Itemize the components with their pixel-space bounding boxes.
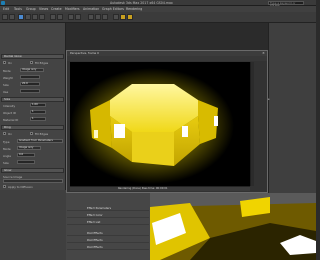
close-icon[interactable]: × bbox=[261, 51, 266, 55]
mode-dropdown[interactable]: Image only bbox=[20, 68, 44, 72]
select-icon[interactable] bbox=[18, 14, 24, 20]
ring-size-label: Size bbox=[3, 161, 9, 165]
list-item[interactable]: Effect Color bbox=[67, 212, 149, 218]
rollout-size[interactable]: Size bbox=[1, 97, 64, 102]
rollout-ring[interactable]: Ring bbox=[1, 125, 64, 130]
window-title: Autodesk 3ds Max 2017 x64 GS04.max bbox=[110, 1, 173, 5]
ring-fill-edges-checkbox[interactable] bbox=[30, 132, 33, 135]
intensity-spinner[interactable]: 1.00 bbox=[30, 103, 46, 107]
angle-spinner[interactable]: 0.0 bbox=[17, 153, 35, 157]
mode-label: Mode bbox=[3, 69, 11, 73]
size-spinner[interactable]: 20.0 bbox=[20, 82, 40, 86]
list-item[interactable]: Effect Parameters bbox=[67, 205, 149, 211]
rollout-radial-glow[interactable]: Radial Glow bbox=[1, 54, 64, 59]
object-id-spinner[interactable]: 1 bbox=[30, 110, 46, 114]
render-image-svg bbox=[70, 68, 234, 184]
layer-icon[interactable] bbox=[88, 14, 94, 20]
render-window-title: Perspective, frame 0 bbox=[70, 51, 99, 55]
ring-mode-dropdown[interactable]: Image only bbox=[17, 146, 41, 150]
material-editor-icon[interactable] bbox=[113, 14, 119, 20]
render-status-text: Rendering (Done) Pass time: 00:00:01 bbox=[118, 187, 168, 190]
type-dropdown[interactable]: Gradient from Parameters bbox=[17, 139, 63, 143]
menu-create[interactable]: Create bbox=[51, 7, 62, 11]
angle-label: Angle bbox=[3, 154, 11, 158]
app-logo[interactable] bbox=[1, 1, 5, 5]
menu-graph-editors[interactable]: Graph Editors bbox=[102, 7, 124, 11]
weight-label: Weight bbox=[3, 76, 13, 80]
object-id-label: Object ID bbox=[3, 111, 16, 115]
on-label: On bbox=[8, 61, 12, 65]
fill-edges-checkbox[interactable] bbox=[30, 61, 33, 64]
curve-editor-icon[interactable] bbox=[95, 14, 101, 20]
on-checkbox[interactable] bbox=[3, 61, 6, 64]
material-id-label: Material ID bbox=[3, 118, 19, 122]
list-item[interactable]: Post Effects bbox=[67, 230, 149, 236]
list-item[interactable]: Post Effects bbox=[67, 237, 149, 243]
undo-icon[interactable] bbox=[2, 14, 8, 20]
ring-on-label: On bbox=[8, 132, 12, 136]
source-image-slot[interactable] bbox=[3, 179, 63, 183]
command-panel-lower bbox=[0, 190, 66, 260]
list-item[interactable]: Post Effects bbox=[67, 244, 149, 250]
viewport-perspective[interactable] bbox=[150, 193, 316, 260]
menu-views[interactable]: Views bbox=[39, 7, 48, 11]
menu-animation[interactable]: Animation bbox=[83, 7, 99, 11]
menu-edit[interactable]: Edit bbox=[3, 7, 9, 11]
render-window-toolbar bbox=[67, 56, 267, 61]
ring-on-checkbox[interactable] bbox=[3, 132, 6, 135]
use-label: Use bbox=[3, 90, 9, 94]
snap-icon[interactable] bbox=[50, 14, 56, 20]
redo-icon[interactable] bbox=[9, 14, 15, 20]
viewport-scene bbox=[150, 193, 316, 260]
ring-mode-label: Mode bbox=[3, 147, 11, 151]
fill-edges-label: Fill Edges bbox=[35, 61, 49, 65]
rendered-image bbox=[70, 62, 250, 186]
material-id-spinner[interactable]: 1 bbox=[30, 117, 46, 121]
menu-tools[interactable]: Tools bbox=[14, 7, 22, 11]
angle-snap-icon[interactable] bbox=[57, 14, 63, 20]
render-icon[interactable] bbox=[127, 14, 133, 20]
rollout-glow[interactable]: Glow bbox=[1, 168, 64, 173]
scale-icon[interactable] bbox=[39, 14, 45, 20]
list-item[interactable]: Effect List bbox=[67, 219, 149, 225]
use-spinner[interactable] bbox=[20, 89, 40, 93]
weight-spinner[interactable] bbox=[20, 75, 40, 79]
apply-diffusion-checkbox[interactable] bbox=[3, 185, 6, 188]
ring-fill-edges-label: Fill Edges bbox=[35, 132, 49, 136]
menu-group[interactable]: Group bbox=[26, 7, 36, 11]
main-toolbar bbox=[0, 12, 316, 23]
ring-size-spinner[interactable] bbox=[17, 160, 35, 164]
search-input[interactable]: Type a keyword or phrase bbox=[268, 1, 304, 6]
intensity-label: Intensity bbox=[3, 104, 16, 108]
size-label: Size bbox=[3, 83, 9, 87]
type-label: Type bbox=[3, 140, 10, 144]
schematic-icon[interactable] bbox=[102, 14, 108, 20]
render-scrollbar[interactable] bbox=[250, 62, 254, 186]
render-setup-icon[interactable] bbox=[120, 14, 126, 20]
mirror-icon[interactable] bbox=[68, 14, 74, 20]
rotate-icon[interactable] bbox=[32, 14, 38, 20]
apply-diffusion-label: Apply to Diffusion bbox=[8, 185, 33, 189]
menu-modifiers[interactable]: Modifiers bbox=[65, 7, 80, 11]
menu-rendering[interactable]: Rendering bbox=[126, 7, 142, 11]
align-icon[interactable] bbox=[75, 14, 81, 20]
move-icon[interactable] bbox=[25, 14, 31, 20]
